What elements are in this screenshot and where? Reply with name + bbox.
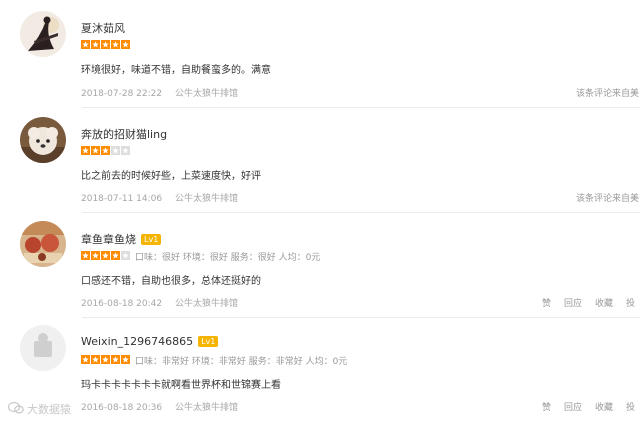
user-name[interactable]: 夏沐茹风 <box>81 20 125 36</box>
wechat-icon <box>7 401 24 417</box>
star-icon <box>101 146 110 155</box>
favorite-button[interactable]: 收藏 <box>595 296 613 309</box>
star-icon <box>91 146 100 155</box>
user-avatar[interactable] <box>20 117 66 163</box>
star-icon <box>91 355 100 364</box>
review-meta: 2016-08-18 20:42 公牛太狼牛排馆 <box>81 296 238 309</box>
divider <box>82 212 640 213</box>
star-icon <box>81 355 90 364</box>
review-date: 2018-07-11 14:06 <box>81 194 163 204</box>
score-breakdown: 口味：很好 环境：很好 服务：很好 人均：0元 <box>135 253 321 263</box>
user-name[interactable]: Weixin_1296746865 Lv1 <box>81 335 219 348</box>
user-name-text[interactable]: Weixin_1296746865 <box>81 335 193 348</box>
star-icon <box>101 40 110 49</box>
star-rating <box>81 355 130 365</box>
divider <box>82 107 640 108</box>
user-name-text[interactable]: 章鱼章鱼烧 <box>81 233 136 246</box>
review-content: 玛卡卡卡卡卡卡卡就啊看世界杯和世锦赛上看 <box>81 380 281 391</box>
review-date: 2018-07-28 22:22 <box>81 89 163 99</box>
user-name[interactable]: 奔放的招财猫ling <box>81 126 167 142</box>
report-button[interactable]: 投 <box>626 296 635 309</box>
review-meta: 2016-08-18 20:36 公牛太狼牛排馆 <box>81 400 238 413</box>
star-rating <box>81 40 130 50</box>
favorite-button[interactable]: 收藏 <box>595 400 613 413</box>
review-date: 2016-08-18 20:36 <box>81 403 163 413</box>
star-icon <box>91 40 100 49</box>
star-icon <box>91 251 100 260</box>
divider <box>82 317 640 318</box>
star-icon <box>111 251 120 260</box>
review-date: 2016-08-18 20:42 <box>81 299 163 309</box>
review-meta: 2018-07-11 14:06 公牛太狼牛排馆 <box>81 191 238 204</box>
review-actions: 赞 回应 收藏 投 <box>542 296 635 309</box>
shop-name[interactable]: 公牛太狼牛排馆 <box>175 89 238 99</box>
review-content: 口感还不错，自助也很多，总体还挺好的 <box>81 276 261 287</box>
star-rating <box>81 251 130 261</box>
star-icon <box>111 355 120 364</box>
shop-name[interactable]: 公牛太狼牛排馆 <box>175 194 238 204</box>
review-source-link[interactable]: 该条评论来自美 <box>576 86 639 99</box>
watermark: 大数据猿 <box>7 401 71 417</box>
like-button[interactable]: 赞 <box>542 296 551 309</box>
star-icon <box>121 355 130 364</box>
review-actions: 赞 回应 收藏 投 <box>542 400 635 413</box>
star-icon <box>111 146 120 155</box>
review-content: 环境很好，味道不错，自助餐蛮多的。满意 <box>81 65 271 76</box>
star-icon <box>81 40 90 49</box>
watermark-text: 大数据猿 <box>27 403 71 416</box>
level-badge: Lv1 <box>198 336 219 347</box>
star-icon <box>121 251 130 260</box>
user-name[interactable]: 章鱼章鱼烧 Lv1 <box>81 231 162 247</box>
star-icon <box>121 146 130 155</box>
level-badge: Lv1 <box>141 234 162 245</box>
review-source-link[interactable]: 该条评论来自美 <box>576 191 639 204</box>
star-icon <box>101 355 110 364</box>
star-icon <box>81 251 90 260</box>
star-rating <box>81 146 130 156</box>
reply-button[interactable]: 回应 <box>564 400 582 413</box>
user-avatar[interactable] <box>20 11 66 57</box>
star-icon <box>101 251 110 260</box>
review-content: 比之前去的时候好些，上菜速度快，好评 <box>81 171 261 182</box>
like-button[interactable]: 赞 <box>542 400 551 413</box>
user-avatar[interactable] <box>20 325 66 371</box>
reply-button[interactable]: 回应 <box>564 296 582 309</box>
star-icon <box>111 40 120 49</box>
star-icon <box>81 146 90 155</box>
shop-name[interactable]: 公牛太狼牛排馆 <box>175 403 238 413</box>
report-button[interactable]: 投 <box>626 400 635 413</box>
score-breakdown: 口味：非常好 环境：非常好 服务：非常好 人均：0元 <box>135 357 348 367</box>
shop-name[interactable]: 公牛太狼牛排馆 <box>175 299 238 309</box>
review-meta: 2018-07-28 22:22 公牛太狼牛排馆 <box>81 86 238 99</box>
user-avatar[interactable] <box>20 221 66 267</box>
star-icon <box>121 40 130 49</box>
